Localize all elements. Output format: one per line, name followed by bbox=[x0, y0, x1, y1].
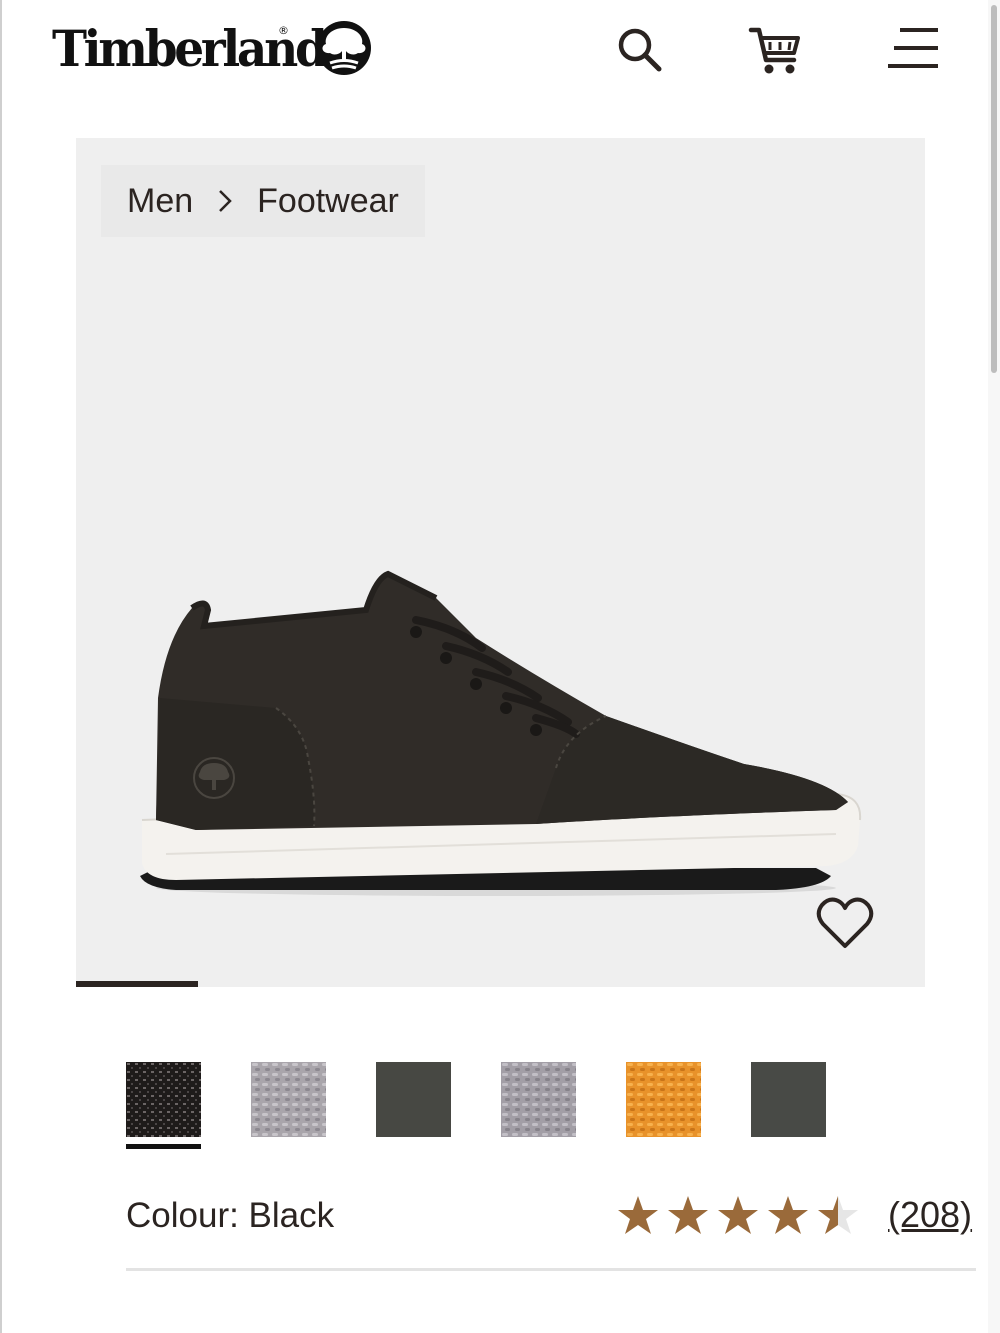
scrollbar[interactable] bbox=[988, 0, 1000, 1333]
star-icon bbox=[618, 1196, 658, 1234]
star-icon bbox=[668, 1196, 708, 1234]
colour-label: Colour: Black bbox=[126, 1196, 335, 1235]
left-edge bbox=[0, 0, 2, 1333]
swatch-black[interactable] bbox=[126, 1062, 201, 1149]
swatch-dark-olive[interactable] bbox=[376, 1062, 451, 1137]
search-icon[interactable] bbox=[610, 20, 670, 80]
star-icon bbox=[768, 1196, 808, 1234]
breadcrumb: Men Footwear bbox=[101, 165, 425, 237]
tree-logo-icon bbox=[317, 21, 371, 75]
divider bbox=[126, 1268, 976, 1271]
swatch-light-grey[interactable] bbox=[501, 1062, 576, 1137]
chevron-right-icon bbox=[219, 190, 232, 212]
timberland-logo[interactable]: Timberland ® bbox=[52, 12, 371, 84]
product-image-shoe[interactable] bbox=[136, 558, 876, 908]
colour-swatches bbox=[126, 1062, 826, 1149]
swatch-wheat[interactable] bbox=[626, 1062, 701, 1137]
slide-indicator-active bbox=[76, 981, 198, 987]
swatch-grey[interactable] bbox=[251, 1062, 326, 1137]
breadcrumb-link-men[interactable]: Men bbox=[127, 182, 193, 221]
star-icon bbox=[718, 1196, 758, 1234]
menu-icon[interactable] bbox=[882, 20, 942, 80]
breadcrumb-link-footwear[interactable]: Footwear bbox=[257, 182, 399, 221]
registered-mark: ® bbox=[278, 24, 289, 37]
colour-rating-row: Colour: Black (208) bbox=[126, 1190, 976, 1246]
cart-icon[interactable] bbox=[744, 20, 804, 80]
half-star-icon bbox=[818, 1196, 858, 1234]
product-gallery[interactable]: Men Footwear bbox=[76, 138, 925, 987]
scrollbar-thumb[interactable] bbox=[991, 5, 997, 373]
review-count-link[interactable]: (208) bbox=[888, 1194, 972, 1236]
swatch-dark-grey[interactable] bbox=[751, 1062, 826, 1137]
wishlist-heart-icon[interactable] bbox=[816, 896, 874, 950]
rating-stars bbox=[618, 1196, 858, 1234]
